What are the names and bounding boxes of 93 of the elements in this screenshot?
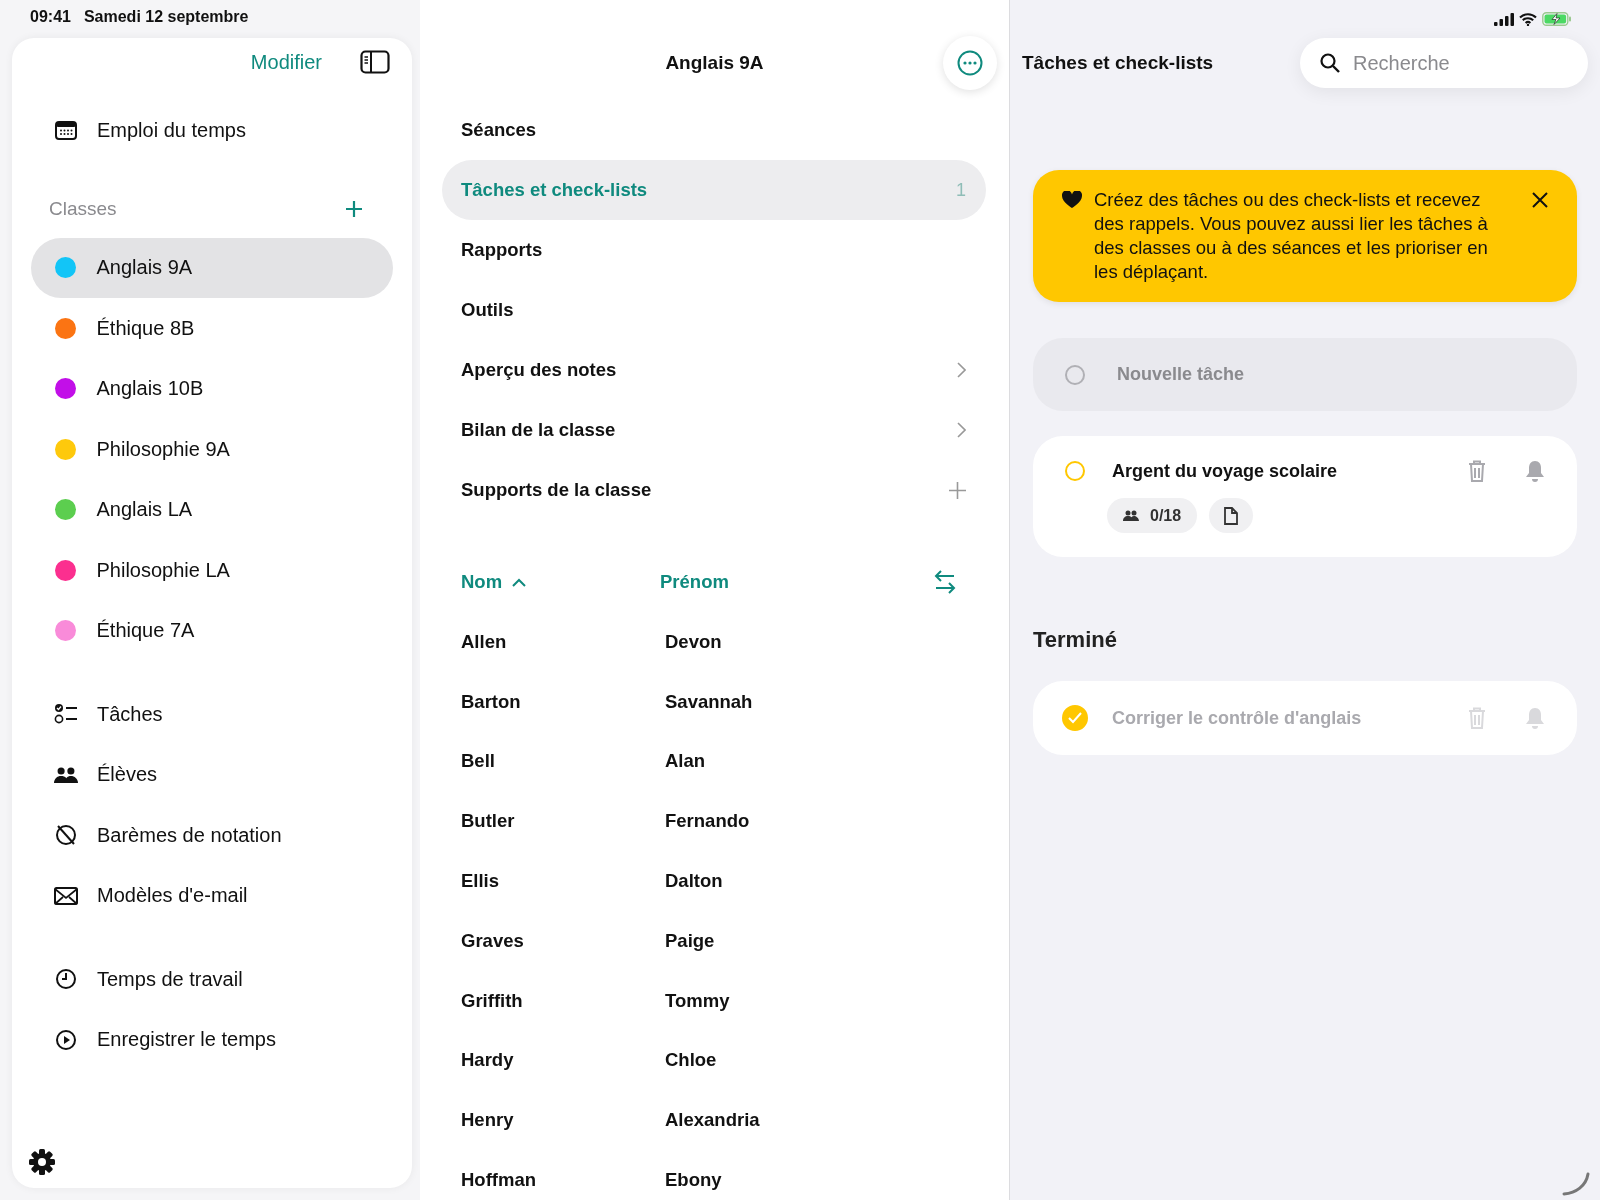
class-item[interactable]: Philosophie LA — [31, 540, 393, 600]
calendar-icon — [54, 120, 78, 141]
corner-arc-icon — [1562, 1172, 1590, 1196]
status-time: 09:41 — [30, 8, 71, 26]
column-header[interactable]: Nom — [461, 571, 660, 593]
nav-item[interactable]: Temps de travail — [31, 949, 393, 1010]
class-item[interactable]: Philosophie 9A — [31, 419, 393, 479]
task-checkbox[interactable] — [1062, 705, 1088, 731]
first-name-cell-text: Tommy — [665, 989, 731, 1012]
last-name-cell-text: Hoffman — [461, 1169, 538, 1192]
menu-item[interactable]: Séances — [442, 100, 986, 160]
first-name-cell-text: Ebony — [665, 1169, 723, 1192]
task-title: Argent du voyage scolaire — [1112, 460, 1339, 482]
first-name-cell-text: Chloe — [665, 1049, 718, 1072]
status-date: Samedi 12 septembre — [83, 8, 249, 26]
banner-text: Créez des tâches ou des check-lists et recevez des rappels. Vous pouvez aussi lier les tâches à des classes ou à des séances et les prioriser en les déplaçant. — [1094, 188, 1489, 284]
search-bar[interactable]: Recherche — [1300, 38, 1588, 88]
checkmark-icon — [1068, 712, 1082, 724]
menu-item[interactable]: Supports de la classe — [442, 465, 986, 515]
timetable-item[interactable]: Emploi du temps — [31, 100, 393, 161]
class-item[interactable]: Éthique 7A — [31, 600, 393, 661]
class-title: Anglais 9A — [665, 52, 764, 74]
nav-item[interactable]: Barèmes de notation — [31, 805, 393, 866]
settings-icon[interactable] — [28, 1148, 56, 1176]
new-task-field[interactable]: Nouvelle tâche — [1115, 363, 1545, 386]
menu-item[interactable]: Outils — [442, 280, 986, 340]
section-header: Terminé — [1033, 627, 1118, 654]
nav-item[interactable]: Modèles d'e-mail — [31, 865, 393, 926]
add-icon[interactable] — [949, 481, 966, 499]
circle-icon — [1065, 364, 1085, 385]
class-item[interactable]: Anglais LA — [31, 479, 393, 540]
class-item[interactable]: Éthique 8B — [31, 298, 393, 358]
caret-up-icon — [512, 577, 527, 587]
class-item[interactable]: Anglais 9A — [31, 237, 393, 298]
class-item[interactable]: Anglais 10B — [31, 358, 393, 419]
first-name-cell-text: Alexandria — [665, 1109, 761, 1132]
more-icon — [957, 50, 983, 76]
last-name-cell-text: Allen — [461, 630, 508, 653]
first-name-cell-text: Devon — [665, 630, 723, 653]
nav-item[interactable]: Enregistrer le temps — [31, 1009, 393, 1070]
first-name-cell-text: Savannah — [665, 690, 754, 713]
assignee-count-chip[interactable]: 0/18 — [1107, 498, 1198, 533]
first-name-cell-text: Dalton — [665, 870, 724, 893]
last-name-cell-text: Hardy — [461, 1049, 515, 1072]
nav-item[interactable]: Tâches — [31, 684, 393, 745]
last-name-cell-text: Barton — [461, 690, 522, 713]
menu-item[interactable]: Bilan de la classe — [442, 400, 986, 460]
clock-icon — [54, 968, 78, 991]
nav-item[interactable]: Élèves — [31, 744, 393, 805]
first-name-cell-text: Fernando — [665, 810, 751, 833]
slashed-circle-icon — [54, 824, 78, 847]
close-icon[interactable] — [1531, 191, 1549, 209]
trash-icon[interactable] — [1468, 460, 1486, 482]
last-name-cell-text: Graves — [461, 929, 525, 952]
menu-item[interactable]: Rapports — [442, 220, 986, 280]
edit-button[interactable]: Modifier — [250, 50, 322, 74]
people-icon — [1123, 510, 1139, 521]
chevron-right-icon — [957, 362, 966, 378]
search-icon — [1320, 53, 1340, 73]
last-name-cell-text: Bell — [461, 750, 496, 773]
people-icon — [54, 765, 78, 784]
menu-item[interactable]: Tâches et check-lists 1 — [442, 160, 986, 220]
first-name-cell-text: Paige — [665, 929, 716, 952]
play-circle-icon — [54, 1028, 78, 1051]
first-name-cell-text: Alan — [665, 750, 707, 773]
envelope-icon — [54, 886, 78, 905]
last-name-cell-text: Griffith — [461, 989, 524, 1012]
sidebar-toggle-icon[interactable] — [360, 50, 390, 74]
column-header[interactable]: Prénom — [660, 571, 859, 593]
bell-icon[interactable] — [1525, 460, 1545, 482]
document-icon — [1224, 506, 1239, 525]
menu-item[interactable]: Aperçu des notes — [442, 340, 986, 400]
task-checkbox[interactable] — [1065, 461, 1085, 481]
more-button[interactable] — [943, 36, 997, 90]
task-card[interactable]: Argent du voyage scolaire 0/18 — [1033, 436, 1577, 557]
add-icon[interactable] — [345, 199, 363, 218]
last-name-cell-text: Butler — [461, 810, 516, 833]
battery-charging-icon — [1542, 12, 1572, 26]
item-count: 1 — [956, 179, 966, 201]
last-name-cell-text: Henry — [461, 1109, 515, 1132]
last-name-cell-text: Ellis — [461, 870, 501, 893]
chevron-right-icon — [957, 422, 966, 438]
heart-icon — [1062, 191, 1082, 209]
section-header: Classes — [49, 197, 117, 220]
new-task-bar[interactable]: Nouvelle tâche — [1033, 338, 1577, 411]
document-chip[interactable] — [1209, 498, 1254, 533]
search-field[interactable]: Recherche — [1351, 50, 1568, 76]
swap-icon[interactable] — [934, 570, 956, 594]
signal-icon — [1494, 12, 1514, 26]
checklist-icon — [54, 703, 78, 726]
task-title: Corriger le contrôle d'anglais — [1112, 707, 1363, 729]
wifi-icon — [1519, 12, 1537, 26]
pane-title: Tâches et check-lists — [1022, 52, 1214, 74]
